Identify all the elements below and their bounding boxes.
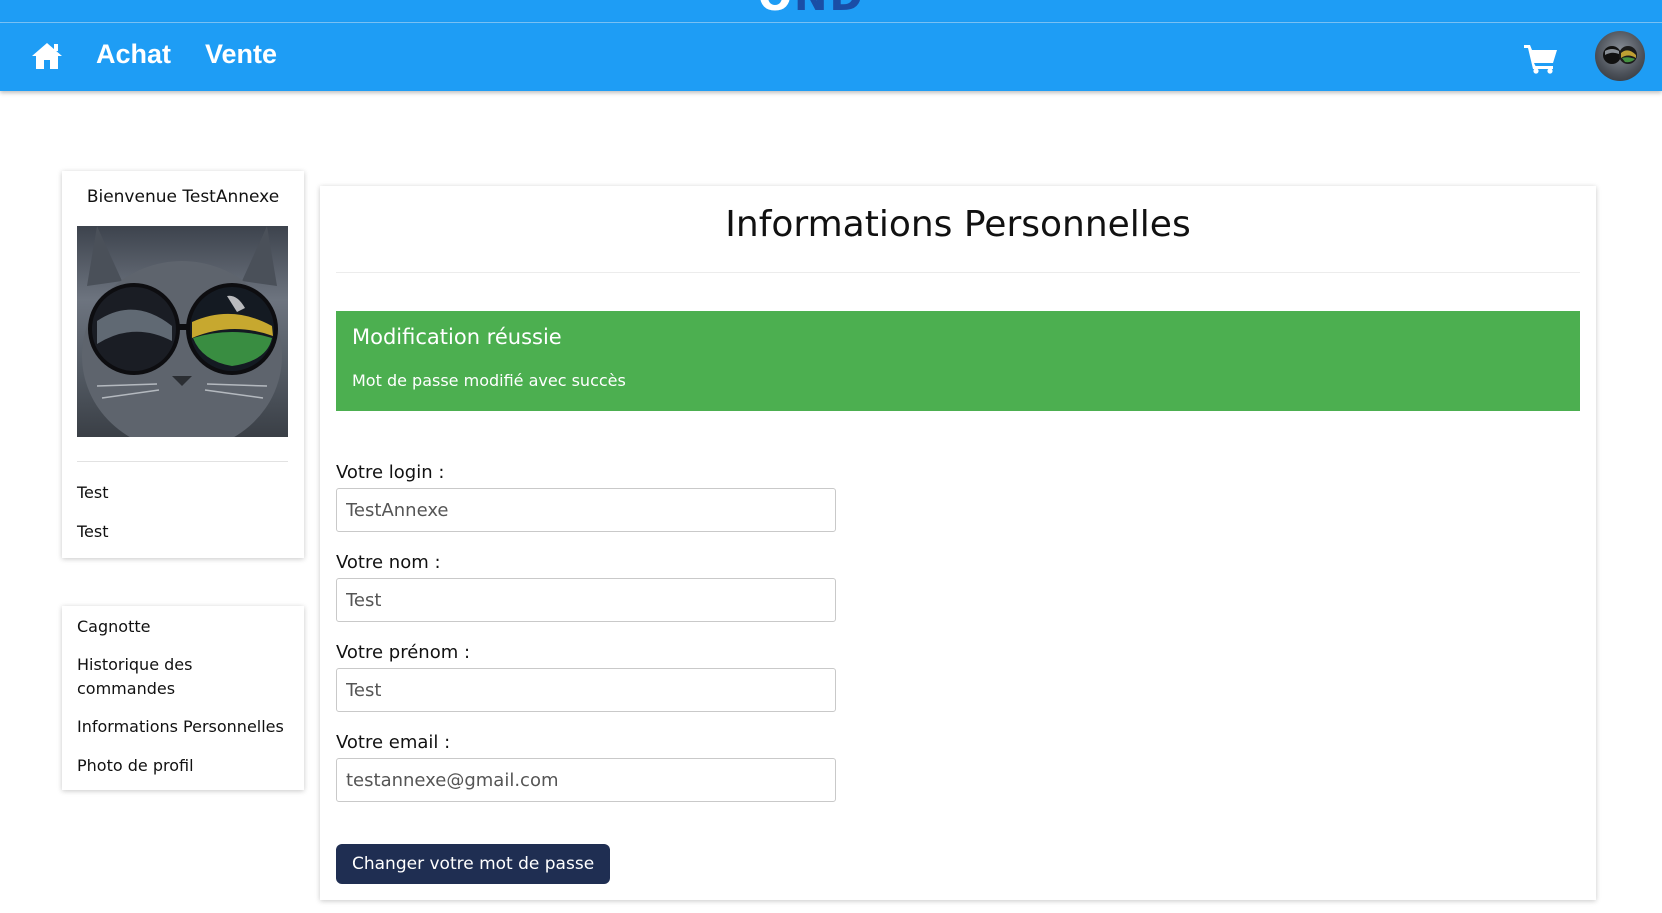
nav-link-achat[interactable]: Achat	[96, 39, 171, 70]
user-avatar[interactable]	[1595, 31, 1645, 81]
menu-item-photo[interactable]: Photo de profil	[77, 754, 292, 778]
menu-item-cagnotte[interactable]: Cagnotte	[77, 615, 292, 639]
user-first-name: Test	[77, 483, 109, 502]
home-icon[interactable]	[30, 41, 64, 71]
email-label: Votre email :	[336, 732, 451, 753]
nom-field[interactable]	[336, 578, 836, 622]
profile-card: Bienvenue TestAnnexe Test Test	[62, 171, 304, 558]
title-divider	[336, 272, 1580, 273]
welcome-text: Bienvenue TestAnnexe	[86, 187, 280, 207]
account-menu: Cagnotte Historique des commandes Inform…	[62, 606, 304, 790]
nom-label: Votre nom :	[336, 552, 441, 573]
login-field[interactable]	[336, 488, 836, 532]
site-logo[interactable]: OND	[758, 0, 865, 20]
top-strip: OND	[0, 0, 1662, 23]
page-title: Informations Personnelles	[725, 204, 1191, 245]
profile-picture	[77, 226, 288, 437]
menu-item-informations[interactable]: Informations Personnelles	[77, 715, 292, 739]
user-last-name: Test	[77, 522, 109, 541]
menu-item-historique[interactable]: Historique des commandes	[77, 653, 292, 701]
alert-title: Modification réussie	[352, 325, 562, 349]
success-alert: Modification réussie Mot de passe modifi…	[336, 311, 1580, 411]
alert-message: Mot de passe modifié avec succès	[352, 371, 626, 390]
nav-link-vente[interactable]: Vente	[205, 39, 277, 70]
profile-divider	[77, 461, 288, 462]
prenom-field[interactable]	[336, 668, 836, 712]
shopping-cart-icon[interactable]	[1523, 42, 1559, 74]
navbar: Achat Vente	[0, 23, 1662, 91]
login-label: Votre login :	[336, 462, 445, 483]
email-field[interactable]	[336, 758, 836, 802]
main-panel: Informations Personnelles Modification r…	[320, 186, 1596, 900]
change-password-button[interactable]: Changer votre mot de passe	[336, 844, 611, 884]
prenom-label: Votre prénom :	[336, 642, 471, 663]
